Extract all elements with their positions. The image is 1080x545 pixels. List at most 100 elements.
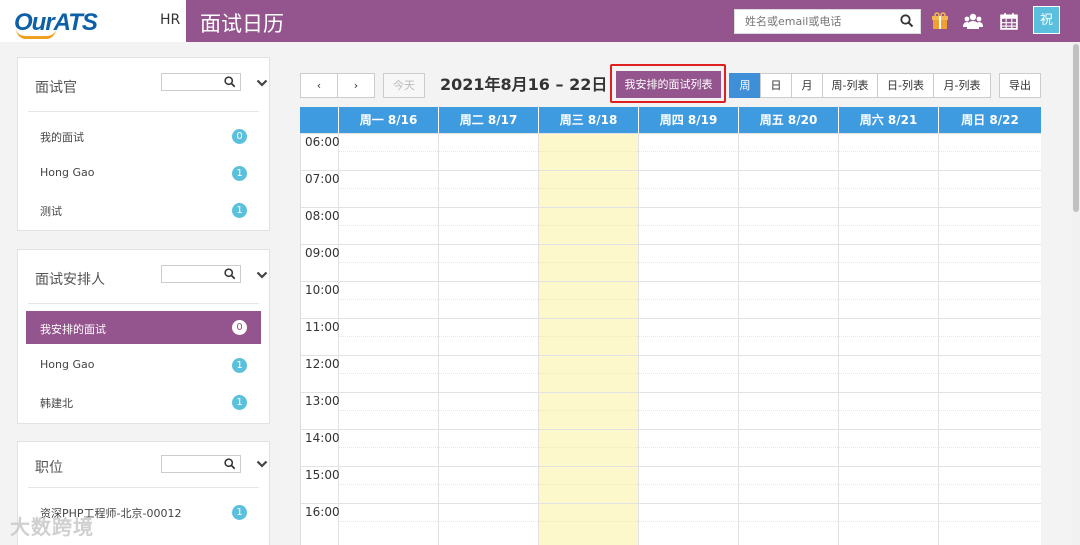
search-icon[interactable]: [900, 14, 914, 28]
half-hour-line: [339, 336, 1041, 337]
sidebar-item-label: 测试: [40, 205, 62, 218]
position-panel-title: 职位: [35, 460, 63, 476]
half-hour-line: [339, 299, 1041, 300]
next-week-button[interactable]: ›: [337, 73, 375, 98]
view-week-list-button[interactable]: 周-列表: [822, 73, 878, 98]
chevron-down-icon[interactable]: [256, 459, 268, 469]
time-label: 06:00: [305, 135, 340, 149]
sidebar-item-label: 我安排的面试: [40, 323, 106, 336]
gift-icon[interactable]: [931, 12, 949, 30]
hr-module-label[interactable]: HR: [160, 12, 180, 28]
hour-line: [301, 281, 1041, 282]
hour-line: [301, 429, 1041, 430]
count-badge: 1: [232, 203, 247, 218]
hour-line: [301, 207, 1041, 208]
scrollbar-thumb[interactable]: [1073, 44, 1079, 212]
logo-swoosh: [16, 29, 56, 39]
arranger-panel-title: 面试安排人: [35, 272, 105, 288]
sidebar-item-label: 韩建北: [40, 397, 73, 410]
day-header[interactable]: 周五 8/20: [738, 107, 838, 133]
view-month-button[interactable]: 月: [791, 73, 823, 98]
search-icon[interactable]: [224, 76, 236, 88]
interviewer-panel-title: 面试官: [35, 80, 77, 96]
search-icon[interactable]: [224, 458, 236, 470]
day-header[interactable]: 周四 8/19: [638, 107, 738, 133]
hour-line: [301, 133, 1041, 134]
wish-button[interactable]: 祝: [1033, 6, 1060, 34]
day-header[interactable]: 周一 8/16: [338, 107, 438, 133]
title-bar: 面试日历 姓名或email或电话 祝: [186, 0, 1080, 42]
app-logo[interactable]: OurATS: [14, 9, 98, 39]
half-hour-line: [339, 225, 1041, 226]
sidebar-item-my-arranged-interviews[interactable]: 我安排的面试 0: [26, 311, 261, 344]
view-month-list-button[interactable]: 月-列表: [933, 73, 991, 98]
time-label: 11:00: [305, 320, 340, 334]
hour-line: [301, 355, 1041, 356]
sidebar-item-han-jianbei[interactable]: 韩建北 1: [26, 384, 261, 421]
calendar-header: 周一 8/16 周二 8/17 周三 8/18 周四 8/19 周五 8/20 周六 8/…: [300, 107, 1041, 133]
app-header: OurATS HR 面试日历 姓名或email或电话 祝: [0, 0, 1080, 42]
day-header[interactable]: 周三 8/18: [538, 107, 638, 133]
hour-line: [301, 318, 1041, 319]
hour-line: [301, 244, 1041, 245]
chevron-down-icon[interactable]: [256, 270, 268, 280]
half-hour-line: [339, 521, 1041, 522]
arranger-search-input[interactable]: [161, 265, 241, 283]
global-search: [734, 9, 921, 34]
highlight-annotation: [610, 64, 726, 103]
time-label: 07:00: [305, 172, 340, 186]
half-hour-line: [339, 484, 1041, 485]
time-label: 12:00: [305, 357, 340, 371]
sidebar-item-test[interactable]: 测试 1: [26, 192, 261, 229]
time-label: 14:00: [305, 431, 340, 445]
view-day-button[interactable]: 日: [760, 73, 792, 98]
hour-line: [301, 503, 1041, 504]
watermark: 大数跨境: [10, 515, 94, 539]
interviewer-search-input[interactable]: [161, 73, 241, 91]
today-button[interactable]: 今天: [383, 73, 425, 98]
day-header[interactable]: 周六 8/21: [838, 107, 938, 133]
time-label: 10:00: [305, 283, 340, 297]
time-label: 08:00: [305, 209, 340, 223]
sidebar-item-label: Hong Gao: [40, 166, 95, 179]
sidebar-item-hong-gao[interactable]: Hong Gao 1: [26, 155, 261, 192]
time-label: 15:00: [305, 468, 340, 482]
position-search-input[interactable]: [161, 455, 241, 473]
half-hour-line: [339, 373, 1041, 374]
day-header[interactable]: 周二 8/17: [438, 107, 538, 133]
sidebar-item-label: Hong Gao: [40, 358, 95, 371]
time-label: 09:00: [305, 246, 340, 260]
sidebar-item-hong-gao[interactable]: Hong Gao 1: [26, 347, 261, 384]
export-button[interactable]: 导出: [999, 73, 1041, 98]
half-hour-line: [339, 447, 1041, 448]
page-scrollbar[interactable]: [1072, 42, 1080, 545]
page-title: 面试日历: [200, 12, 284, 36]
half-hour-line: [339, 188, 1041, 189]
half-hour-line: [339, 151, 1041, 152]
search-icon[interactable]: [224, 268, 236, 280]
arranger-panel: 面试安排人 我安排的面试 0 Hong Gao 1 韩建北 1: [17, 249, 270, 424]
hour-line: [301, 392, 1041, 393]
chevron-down-icon[interactable]: [256, 78, 268, 88]
global-search-input[interactable]: [735, 10, 895, 33]
count-badge: 1: [232, 505, 247, 520]
users-icon[interactable]: [963, 12, 983, 30]
count-badge: 1: [232, 358, 247, 373]
count-badge: 0: [232, 320, 247, 335]
count-badge: 1: [232, 166, 247, 181]
count-badge: 0: [232, 129, 247, 144]
week-calendar: 周一 8/16 周二 8/17 周三 8/18 周四 8/19 周五 8/20 周六 8/…: [300, 107, 1041, 545]
arranger-panel-header: 面试安排人: [28, 250, 268, 304]
calendar-body[interactable]: 06:00 07:00 08:00 09:00 10:00 11:00 12:00 13:00…: [300, 133, 1041, 545]
view-day-list-button[interactable]: 日-列表: [877, 73, 934, 98]
date-range-title: 2021年8月16 – 22日: [440, 75, 608, 94]
hour-line: [301, 170, 1041, 171]
sidebar-item-my-interviews[interactable]: 我的面试 0: [26, 118, 261, 155]
day-header[interactable]: 周日 8/22: [938, 107, 1041, 133]
half-hour-line: [339, 262, 1041, 263]
view-week-button[interactable]: 周: [729, 73, 761, 98]
sidebar-item-label: 我的面试: [40, 131, 84, 144]
half-hour-line: [339, 410, 1041, 411]
calendar-icon[interactable]: [1000, 12, 1018, 30]
prev-week-button[interactable]: ‹: [300, 73, 338, 98]
